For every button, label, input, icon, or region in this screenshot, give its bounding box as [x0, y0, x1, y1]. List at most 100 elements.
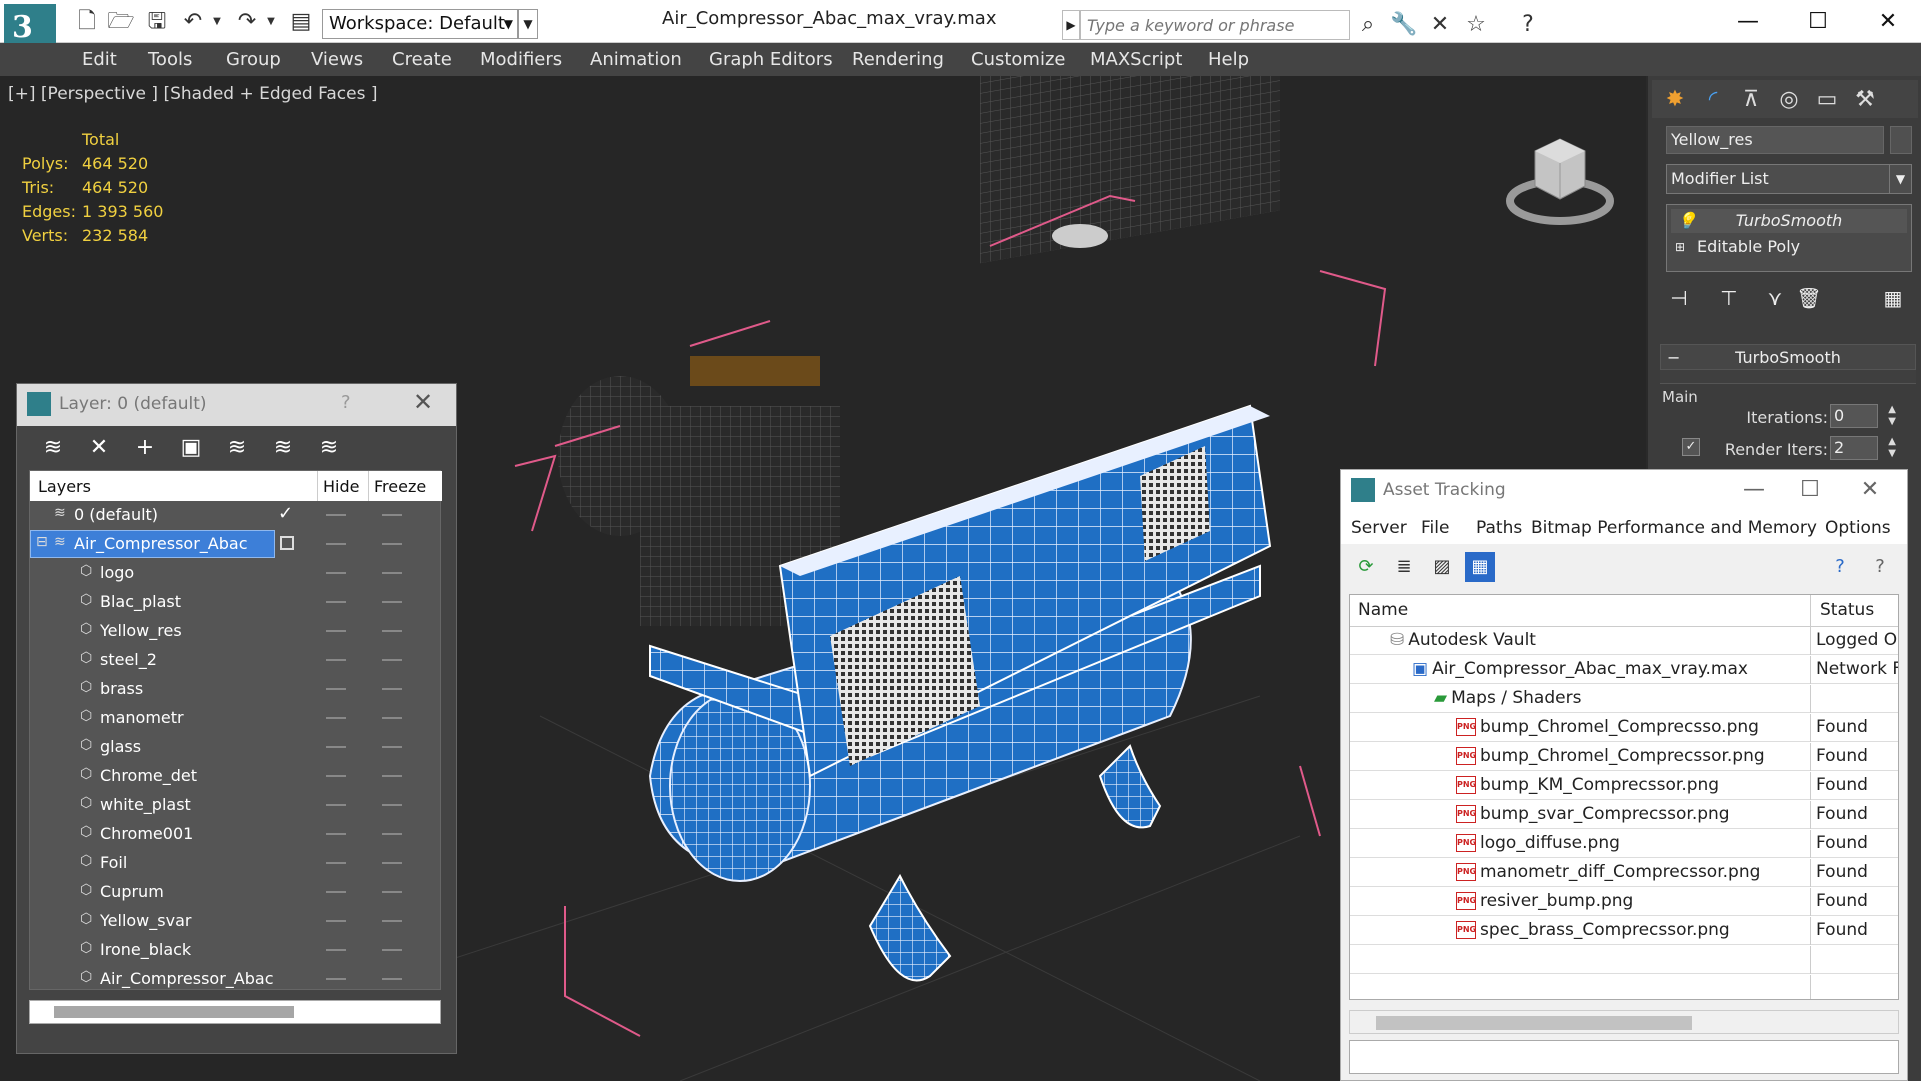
- hide-toggle[interactable]: [326, 746, 346, 748]
- hide-toggle[interactable]: [326, 659, 346, 661]
- thumbnail-view-icon[interactable]: ▨: [1427, 552, 1457, 582]
- active-layer-check-icon[interactable]: ✓: [278, 503, 293, 524]
- freeze-toggle[interactable]: [382, 804, 402, 806]
- object-row[interactable]: ⬡ white_plast: [30, 791, 442, 819]
- hide-toggle[interactable]: [326, 833, 346, 835]
- asset-row[interactable]: PNG bump_Chromel_Comprecssor.png Found: [1350, 743, 1898, 771]
- object-name-field[interactable]: Yellow_res: [1666, 126, 1884, 154]
- freeze-toggle[interactable]: [382, 833, 402, 835]
- freeze-toggle[interactable]: [382, 717, 402, 719]
- search-input[interactable]: [1080, 10, 1350, 40]
- object-row[interactable]: ⬡ Foil: [30, 849, 442, 877]
- freeze-toggle[interactable]: [382, 746, 402, 748]
- rollout-header[interactable]: − TurboSmooth: [1660, 344, 1916, 370]
- object-row[interactable]: ⬡ Chrome001: [30, 820, 442, 848]
- hide-all-icon[interactable]: ≋: [313, 434, 345, 462]
- freeze-toggle[interactable]: [382, 862, 402, 864]
- star-icon[interactable]: ☆: [1460, 10, 1492, 40]
- menu-animation[interactable]: Animation: [590, 49, 682, 70]
- spinner-arrows-icon[interactable]: ▲ ▼: [1888, 404, 1896, 428]
- asset-row[interactable]: PNG resiver_bump.png Found: [1350, 888, 1898, 916]
- menu-options[interactable]: Options: [1825, 518, 1891, 538]
- remove-modifier-icon[interactable]: 🗑: [1792, 282, 1826, 314]
- highlight-layer-icon[interactable]: ≋: [267, 434, 299, 462]
- refresh-icon[interactable]: ⟳: [1351, 552, 1381, 582]
- asset-row[interactable]: PNG bump_Chromel_Comprecsso.png Found: [1350, 714, 1898, 742]
- lightbulb-icon[interactable]: 💡: [1677, 209, 1697, 233]
- pin-stack-icon[interactable]: ⊣: [1662, 282, 1696, 314]
- wrench-icon[interactable]: 🔧: [1388, 10, 1420, 40]
- object-row[interactable]: ⬡ Chrome_det: [30, 762, 442, 790]
- menu-paths[interactable]: Paths: [1476, 518, 1522, 538]
- new-file-icon[interactable]: 🗋: [72, 8, 102, 36]
- object-row[interactable]: ⬡ steel_2: [30, 646, 442, 674]
- close-icon[interactable]: ✕: [1864, 6, 1912, 38]
- select-objects-icon[interactable]: ≋: [221, 434, 253, 462]
- object-color-swatch[interactable]: [1890, 126, 1912, 154]
- hide-toggle[interactable]: [326, 543, 346, 545]
- hide-toggle[interactable]: [326, 630, 346, 632]
- create-tab-icon[interactable]: ✸: [1658, 84, 1692, 116]
- menu-views[interactable]: Views: [311, 49, 363, 70]
- freeze-toggle[interactable]: [382, 688, 402, 690]
- hide-toggle[interactable]: [326, 920, 346, 922]
- hide-toggle[interactable]: [326, 601, 346, 603]
- undo-dropdown-icon[interactable]: ▼: [202, 8, 232, 36]
- modify-tab-icon[interactable]: ◜: [1696, 84, 1730, 116]
- layer-row[interactable]: ⊟ ≋ Air_Compressor_Abac: [30, 530, 442, 558]
- object-row[interactable]: ⬡ Air_Compressor_Abac: [30, 965, 442, 993]
- add-layer-icon[interactable]: +: [129, 434, 161, 462]
- save-icon[interactable]: 🖫: [142, 8, 172, 36]
- menu-graph-editors[interactable]: Graph Editors: [709, 49, 833, 70]
- asset-row[interactable]: PNG spec_brass_Comprecssor.png Found: [1350, 917, 1898, 945]
- object-row[interactable]: ⬡ logo: [30, 559, 442, 587]
- freeze-toggle[interactable]: [382, 891, 402, 893]
- object-row[interactable]: ⬡ manometr: [30, 704, 442, 732]
- hide-toggle[interactable]: [326, 717, 346, 719]
- close-icon[interactable]: ✕: [1847, 474, 1893, 506]
- help-icon[interactable]: ?: [1512, 10, 1544, 40]
- freeze-toggle[interactable]: [382, 630, 402, 632]
- hide-toggle[interactable]: [326, 775, 346, 777]
- asset-row[interactable]: ▰ Maps / Shaders: [1350, 685, 1898, 713]
- motion-tab-icon[interactable]: ◎: [1772, 84, 1806, 116]
- configure-sets-icon[interactable]: ▦: [1876, 282, 1910, 314]
- freeze-toggle[interactable]: [382, 514, 402, 516]
- dialog-title-bar[interactable]: Asset Tracking — ☐ ✕: [1341, 470, 1907, 512]
- hide-toggle[interactable]: [326, 804, 346, 806]
- freeze-toggle[interactable]: [382, 572, 402, 574]
- column-name[interactable]: Name: [1358, 600, 1408, 620]
- hide-toggle[interactable]: [326, 978, 346, 980]
- menu-server[interactable]: Server: [1351, 518, 1407, 538]
- scrollbar-thumb[interactable]: [54, 1006, 294, 1018]
- freeze-toggle[interactable]: [382, 543, 402, 545]
- viewcube-icon[interactable]: [1500, 121, 1620, 231]
- asset-row[interactable]: PNG bump_svar_Comprecssor.png Found: [1350, 801, 1898, 829]
- connection-icon[interactable]: ✕: [1424, 10, 1456, 40]
- layer-row[interactable]: ≋ 0 (default) ✓: [30, 501, 442, 529]
- utilities-tab-icon[interactable]: ⚒: [1848, 84, 1882, 116]
- hide-toggle[interactable]: [326, 949, 346, 951]
- list-view-icon[interactable]: ≣: [1389, 552, 1419, 582]
- hide-toggle[interactable]: [326, 862, 346, 864]
- minimize-icon[interactable]: —: [1731, 474, 1777, 506]
- render-iters-spinner[interactable]: 2: [1830, 436, 1878, 460]
- asset-row[interactable]: ▣ Air_Compressor_Abac_max_vray.max Network…: [1350, 656, 1898, 684]
- scrollbar-thumb[interactable]: [1376, 1016, 1692, 1030]
- menu-rendering[interactable]: Rendering: [852, 49, 944, 70]
- menu-maxscript[interactable]: MAXScript: [1090, 49, 1182, 70]
- maximize-icon[interactable]: ☐: [1787, 474, 1833, 506]
- hide-toggle[interactable]: [326, 572, 346, 574]
- modifier-list-select[interactable]: Modifier List ▼: [1666, 164, 1912, 194]
- iterations-spinner[interactable]: 0: [1830, 404, 1878, 428]
- collapse-icon[interactable]: ⊟: [36, 534, 48, 550]
- expand-icon[interactable]: ⊞: [1675, 235, 1685, 259]
- object-row[interactable]: ⬡ Yellow_res: [30, 617, 442, 645]
- stack-item-turbosmooth[interactable]: 💡 TurboSmooth: [1671, 209, 1907, 233]
- redo-dropdown-icon[interactable]: ▼: [256, 8, 286, 36]
- freeze-toggle[interactable]: [382, 949, 402, 951]
- minimize-icon[interactable]: —: [1724, 6, 1772, 38]
- context-help-icon[interactable]: ?: [1865, 552, 1895, 582]
- search-expand-icon[interactable]: ▶: [1062, 10, 1080, 40]
- object-row[interactable]: ⬡ Yellow_svar: [30, 907, 442, 935]
